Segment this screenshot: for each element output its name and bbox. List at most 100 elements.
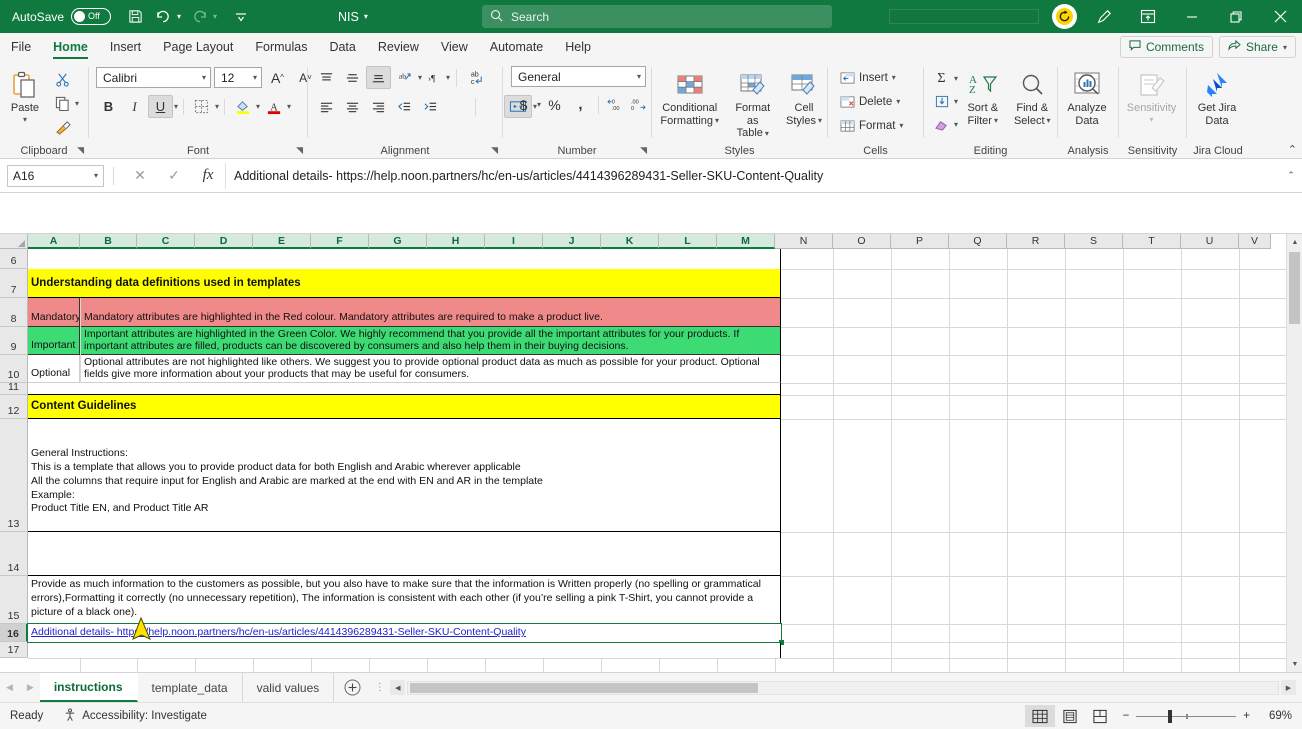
column-header-D[interactable]: D <box>195 234 253 249</box>
column-header-Q[interactable]: Q <box>949 234 1007 249</box>
top-align-button[interactable] <box>314 66 339 89</box>
row-header-10[interactable]: 10 <box>0 355 28 383</box>
increase-indent-button[interactable] <box>418 95 443 118</box>
share-button[interactable]: Share ▾ <box>1218 36 1296 58</box>
next-sheet-icon[interactable]: ▶ <box>27 682 34 693</box>
autosave-toggle[interactable]: Off <box>71 8 112 25</box>
account-switcher[interactable]: NIS ▾ <box>338 10 368 24</box>
save-icon[interactable] <box>121 4 149 30</box>
tab-formulas[interactable]: Formulas <box>244 33 318 61</box>
column-header-I[interactable]: I <box>485 234 543 249</box>
row-header-16[interactable]: 16 <box>0 624 28 642</box>
accessibility-status[interactable]: Accessibility: Investigate <box>53 707 217 725</box>
vertical-scrollbar[interactable]: ▲ ▼ <box>1286 234 1302 672</box>
column-header-R[interactable]: R <box>1007 234 1065 249</box>
format-as-table-button[interactable]: Format as Table ▾ <box>724 66 781 142</box>
delete-cells-button[interactable]: Delete ▾ <box>836 90 904 113</box>
get-jira-data-button[interactable]: Get Jira Data <box>1187 66 1247 129</box>
chevron-down-icon[interactable]: ▾ <box>256 102 260 111</box>
wrap-text-button[interactable]: ab c <box>463 66 491 89</box>
sheet-nav-arrows[interactable]: ◀ ▶ <box>0 673 40 702</box>
increase-font-size-button[interactable]: A ^ <box>265 66 290 89</box>
column-header-O[interactable]: O <box>833 234 891 249</box>
cell-A11[interactable] <box>28 383 781 395</box>
format-cells-button[interactable]: Format ▾ <box>836 114 907 137</box>
row-header-8[interactable]: 8 <box>0 298 28 327</box>
increase-decimal-button[interactable]: 0.00 <box>604 93 626 116</box>
accounting-format-button[interactable]: $ <box>511 93 536 116</box>
tab-home[interactable]: Home <box>42 33 99 61</box>
center-align-button[interactable] <box>340 95 365 118</box>
clear-button[interactable] <box>929 113 954 136</box>
fill-color-button[interactable] <box>230 95 255 118</box>
column-header-L[interactable]: L <box>659 234 717 249</box>
expand-formula-bar-icon[interactable]: ⌃ <box>1280 170 1302 181</box>
cell-A12-title[interactable]: Content Guidelines <box>28 395 781 419</box>
horizontal-scrollbar[interactable]: ◀ ▶ <box>390 673 1302 702</box>
chevron-down-icon[interactable]: ▾ <box>446 73 450 82</box>
sheet-tab-instructions[interactable]: instructions <box>39 673 138 702</box>
chevron-down-icon[interactable]: ▾ <box>215 102 219 111</box>
number-dialog-launcher-icon[interactable]: ◥ <box>640 145 647 156</box>
page-layout-view-icon[interactable] <box>1055 705 1085 727</box>
paste-button[interactable]: Paste ▾ <box>0 66 50 126</box>
normal-view-icon[interactable] <box>1024 705 1055 727</box>
number-format-select[interactable]: General ▾ <box>511 66 646 87</box>
row-header-15[interactable]: 15 <box>0 576 28 624</box>
find-and-select-button[interactable]: Find & Select ▾ <box>1008 66 1057 129</box>
search-input[interactable]: Search <box>482 5 832 28</box>
zoom-thumb[interactable] <box>1168 709 1173 723</box>
row-header-6[interactable]: 6 <box>0 249 28 269</box>
enter-icon[interactable]: ✓ <box>157 163 191 189</box>
select-all-corner[interactable] <box>0 234 28 249</box>
zoom-out-button[interactable]: − <box>1123 710 1130 722</box>
zoom-level-label[interactable]: 69% <box>1258 710 1292 722</box>
ribbon-display-options-icon[interactable] <box>1126 0 1170 33</box>
cell-A9-label[interactable]: Important <box>28 327 80 355</box>
tab-review[interactable]: Review <box>367 33 430 61</box>
orientation-button[interactable]: ab <box>392 66 417 89</box>
decrease-decimal-button[interactable]: .00 0 <box>627 93 649 116</box>
cell-A6[interactable] <box>28 249 781 269</box>
percent-format-button[interactable]: % <box>542 93 567 116</box>
row-header-7[interactable]: 7 <box>0 269 28 298</box>
tab-help[interactable]: Help <box>554 33 602 61</box>
column-header-B[interactable]: B <box>80 234 137 249</box>
scroll-up-button[interactable]: ▲ <box>1287 234 1302 250</box>
tab-file[interactable]: File <box>0 33 42 61</box>
column-header-J[interactable]: J <box>543 234 601 249</box>
align-left-button[interactable] <box>314 95 339 118</box>
underline-button[interactable]: U <box>148 95 173 118</box>
bold-button[interactable]: B <box>96 95 121 118</box>
bottom-align-button[interactable] <box>366 66 391 89</box>
column-header-C[interactable]: C <box>137 234 195 249</box>
scroll-right-button[interactable]: ▶ <box>1281 680 1296 695</box>
copy-button[interactable] <box>50 92 75 115</box>
cell-A14[interactable] <box>28 532 781 576</box>
comma-format-button[interactable]: , <box>568 93 593 116</box>
chevron-down-icon[interactable]: ▾ <box>287 102 291 111</box>
borders-button[interactable] <box>189 95 214 118</box>
cut-button[interactable] <box>50 68 75 91</box>
restore-icon[interactable] <box>1214 0 1258 33</box>
format-painter-button[interactable] <box>50 116 75 139</box>
cell-styles-button[interactable]: Cell Styles ▾ <box>781 66 827 129</box>
cell-A8-label[interactable]: Mandatory <box>28 298 80 327</box>
cell-B8-text-cell[interactable]: Mandatory attributes are highlighted in … <box>81 298 781 327</box>
tab-page-layout[interactable]: Page Layout <box>152 33 244 61</box>
conditional-formatting-button[interactable]: Conditional Formatting ▾ <box>655 66 724 129</box>
comments-button[interactable]: Comments <box>1119 36 1213 58</box>
row-header-12[interactable]: 12 <box>0 395 28 419</box>
fill-button[interactable] <box>929 90 954 113</box>
rtl-text-direction-button[interactable]: ›¶ <box>423 66 445 89</box>
scroll-down-button[interactable]: ▼ <box>1287 656 1302 672</box>
row-header-17[interactable]: 17 <box>0 642 28 658</box>
horizontal-scroll-track[interactable] <box>407 680 1279 695</box>
sort-and-filter-button[interactable]: AZ Sort & Filter ▾ <box>958 66 1007 129</box>
chevron-down-icon[interactable]: ▾ <box>23 115 27 124</box>
column-header-T[interactable]: T <box>1123 234 1181 249</box>
decrease-indent-button[interactable] <box>392 95 417 118</box>
column-header-S[interactable]: S <box>1065 234 1123 249</box>
row-header-9[interactable]: 9 <box>0 327 28 355</box>
chevron-down-icon[interactable]: ▾ <box>418 73 422 82</box>
